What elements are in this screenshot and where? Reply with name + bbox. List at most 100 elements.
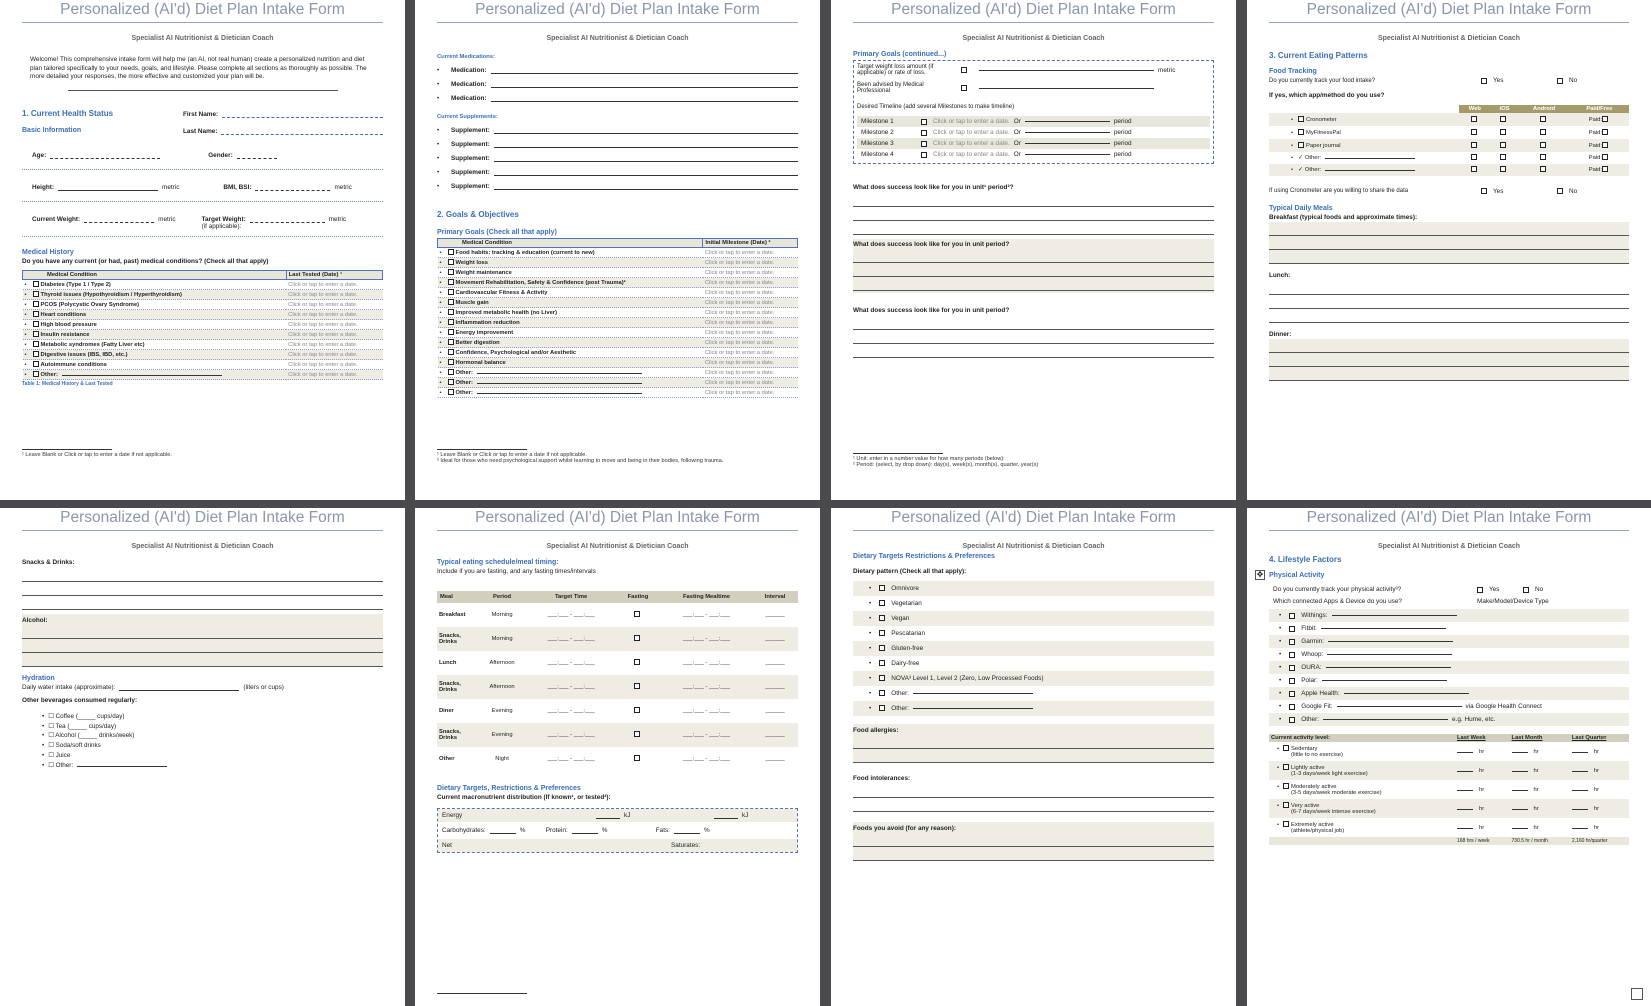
other-field[interactable] (61, 375, 222, 377)
date-picker[interactable]: Click or tap to enter a date. (702, 267, 798, 278)
device-checkbox[interactable] (1289, 638, 1296, 645)
current-weight-field[interactable] (84, 216, 155, 223)
pattern-checkbox[interactable] (879, 660, 886, 667)
date-picker[interactable]: Click or tap to enter a date. (702, 297, 798, 308)
target-time-field[interactable]: ___:___ - ___:___ (527, 699, 615, 723)
pattern-checkbox[interactable] (879, 705, 886, 712)
pattern-checkbox[interactable] (879, 615, 886, 622)
supplement-row-field[interactable] (493, 147, 798, 148)
date-picker[interactable]: Click or tap to enter a date. (702, 337, 798, 348)
answer-line[interactable] (22, 568, 383, 582)
other-field[interactable] (476, 383, 642, 384)
advised-checkbox[interactable] (961, 85, 967, 91)
period-dropdown[interactable]: period (1114, 129, 1132, 136)
date-picker[interactable]: Click or tap to enter a date. (702, 387, 798, 398)
device-checkbox[interactable] (1289, 716, 1296, 723)
paid-checkbox[interactable] (1601, 141, 1608, 148)
answer-line[interactable] (853, 344, 1214, 358)
answer-line[interactable] (1269, 295, 1629, 309)
platform-checkbox[interactable] (1500, 154, 1507, 161)
date-picker[interactable]: Click or tap to enter a date. (286, 319, 383, 331)
activity-checkbox[interactable] (1283, 802, 1290, 808)
condition-checkbox[interactable] (32, 301, 39, 308)
other-field[interactable] (913, 692, 1034, 694)
date-picker[interactable]: Click or tap to enter a date. (933, 151, 1010, 158)
answer-line[interactable] (853, 249, 1214, 264)
fasting-time-field[interactable]: ___:___ - ___:___ (661, 699, 752, 723)
platform-checkbox[interactable] (1500, 128, 1507, 135)
goal-checkbox[interactable] (447, 369, 454, 375)
unit-field[interactable] (1024, 132, 1110, 133)
pattern-checkbox[interactable] (879, 675, 886, 682)
period-dropdown[interactable]: period (1114, 118, 1132, 125)
goal-checkbox[interactable] (447, 379, 454, 385)
fasting-checkbox[interactable] (633, 707, 640, 714)
platform-checkbox[interactable] (1540, 115, 1546, 122)
target-time-field[interactable]: ___:___ - ___:___ (527, 723, 615, 747)
answer-line[interactable] (22, 625, 383, 640)
date-picker[interactable]: Click or tap to enter a date. (286, 349, 383, 361)
move-handle-icon[interactable]: ✥ (1255, 570, 1265, 580)
goal-checkbox[interactable] (447, 319, 454, 325)
hours-field[interactable] (1511, 751, 1528, 753)
condition-checkbox[interactable] (32, 321, 39, 328)
device-field[interactable] (1321, 680, 1447, 681)
target-loss-checkbox[interactable] (961, 67, 967, 73)
condition-checkbox[interactable] (32, 331, 39, 338)
device-checkbox[interactable] (1289, 677, 1296, 684)
fasting-time-field[interactable]: ___:___ - ___:___ (661, 723, 752, 747)
interval-field[interactable]: ______ (752, 675, 798, 699)
target-time-field[interactable]: ___:___ - ___:___ (527, 651, 615, 675)
answer-line[interactable] (22, 596, 383, 610)
hours-field[interactable] (1571, 789, 1588, 791)
answer-line[interactable] (1269, 281, 1629, 295)
answer-line[interactable] (853, 784, 1214, 798)
date-picker[interactable]: Click or tap to enter a date. (933, 118, 1010, 125)
device-field[interactable] (1320, 628, 1446, 629)
supplement-row-field[interactable] (493, 161, 798, 162)
date-picker[interactable]: Click or tap to enter a date. (702, 317, 798, 328)
date-picker[interactable]: Click or tap to enter a date. (286, 339, 383, 351)
device-checkbox[interactable] (1289, 612, 1296, 619)
device-field[interactable] (1331, 615, 1457, 616)
date-picker[interactable]: Click or tap to enter a date. (286, 369, 383, 381)
goal-checkbox[interactable] (447, 339, 454, 345)
device-field[interactable] (1327, 654, 1453, 655)
goal-checkbox[interactable] (447, 299, 454, 305)
water-field[interactable] (119, 690, 240, 692)
energy-field-2[interactable] (714, 818, 738, 820)
hours-field[interactable] (1511, 770, 1528, 772)
target-weight-field[interactable] (249, 216, 325, 223)
answer-line[interactable] (1269, 236, 1629, 251)
platform-checkbox[interactable] (1540, 128, 1546, 135)
platform-checkbox[interactable] (1470, 128, 1477, 135)
device-checkbox[interactable] (1289, 703, 1296, 710)
platform-checkbox[interactable] (1500, 141, 1507, 148)
hours-field[interactable] (1457, 827, 1473, 829)
last-name-field[interactable] (221, 128, 383, 135)
goal-checkbox[interactable] (447, 389, 454, 395)
platform-checkbox[interactable] (1470, 154, 1477, 161)
date-picker[interactable]: Click or tap to enter a date. (286, 359, 383, 371)
fasting-time-field[interactable]: ___:___ - ___:___ (661, 747, 752, 771)
medication-row-field[interactable] (490, 101, 798, 102)
goal-checkbox[interactable] (447, 349, 454, 355)
track-yes-checkbox[interactable] (1481, 77, 1487, 84)
medication-row-field[interactable] (490, 73, 798, 74)
fasting-checkbox[interactable] (633, 659, 640, 666)
interval-field[interactable]: ______ (752, 627, 798, 651)
date-picker[interactable]: Click or tap to enter a date. (702, 377, 798, 388)
pattern-checkbox[interactable] (879, 585, 886, 592)
interval-field[interactable]: ______ (752, 723, 798, 747)
milestone-checkbox[interactable] (921, 151, 927, 158)
milestone-checkbox[interactable] (921, 129, 927, 136)
pattern-checkbox[interactable] (879, 690, 886, 697)
interval-field[interactable]: ______ (752, 651, 798, 675)
paid-checkbox[interactable] (1601, 115, 1608, 122)
goal-checkbox[interactable] (447, 289, 454, 295)
carb-field[interactable] (489, 833, 516, 835)
condition-checkbox[interactable] (32, 311, 39, 318)
hours-field[interactable] (1457, 789, 1473, 791)
date-picker[interactable]: Click or tap to enter a date. (702, 367, 798, 378)
paid-checkbox[interactable] (1601, 166, 1608, 173)
